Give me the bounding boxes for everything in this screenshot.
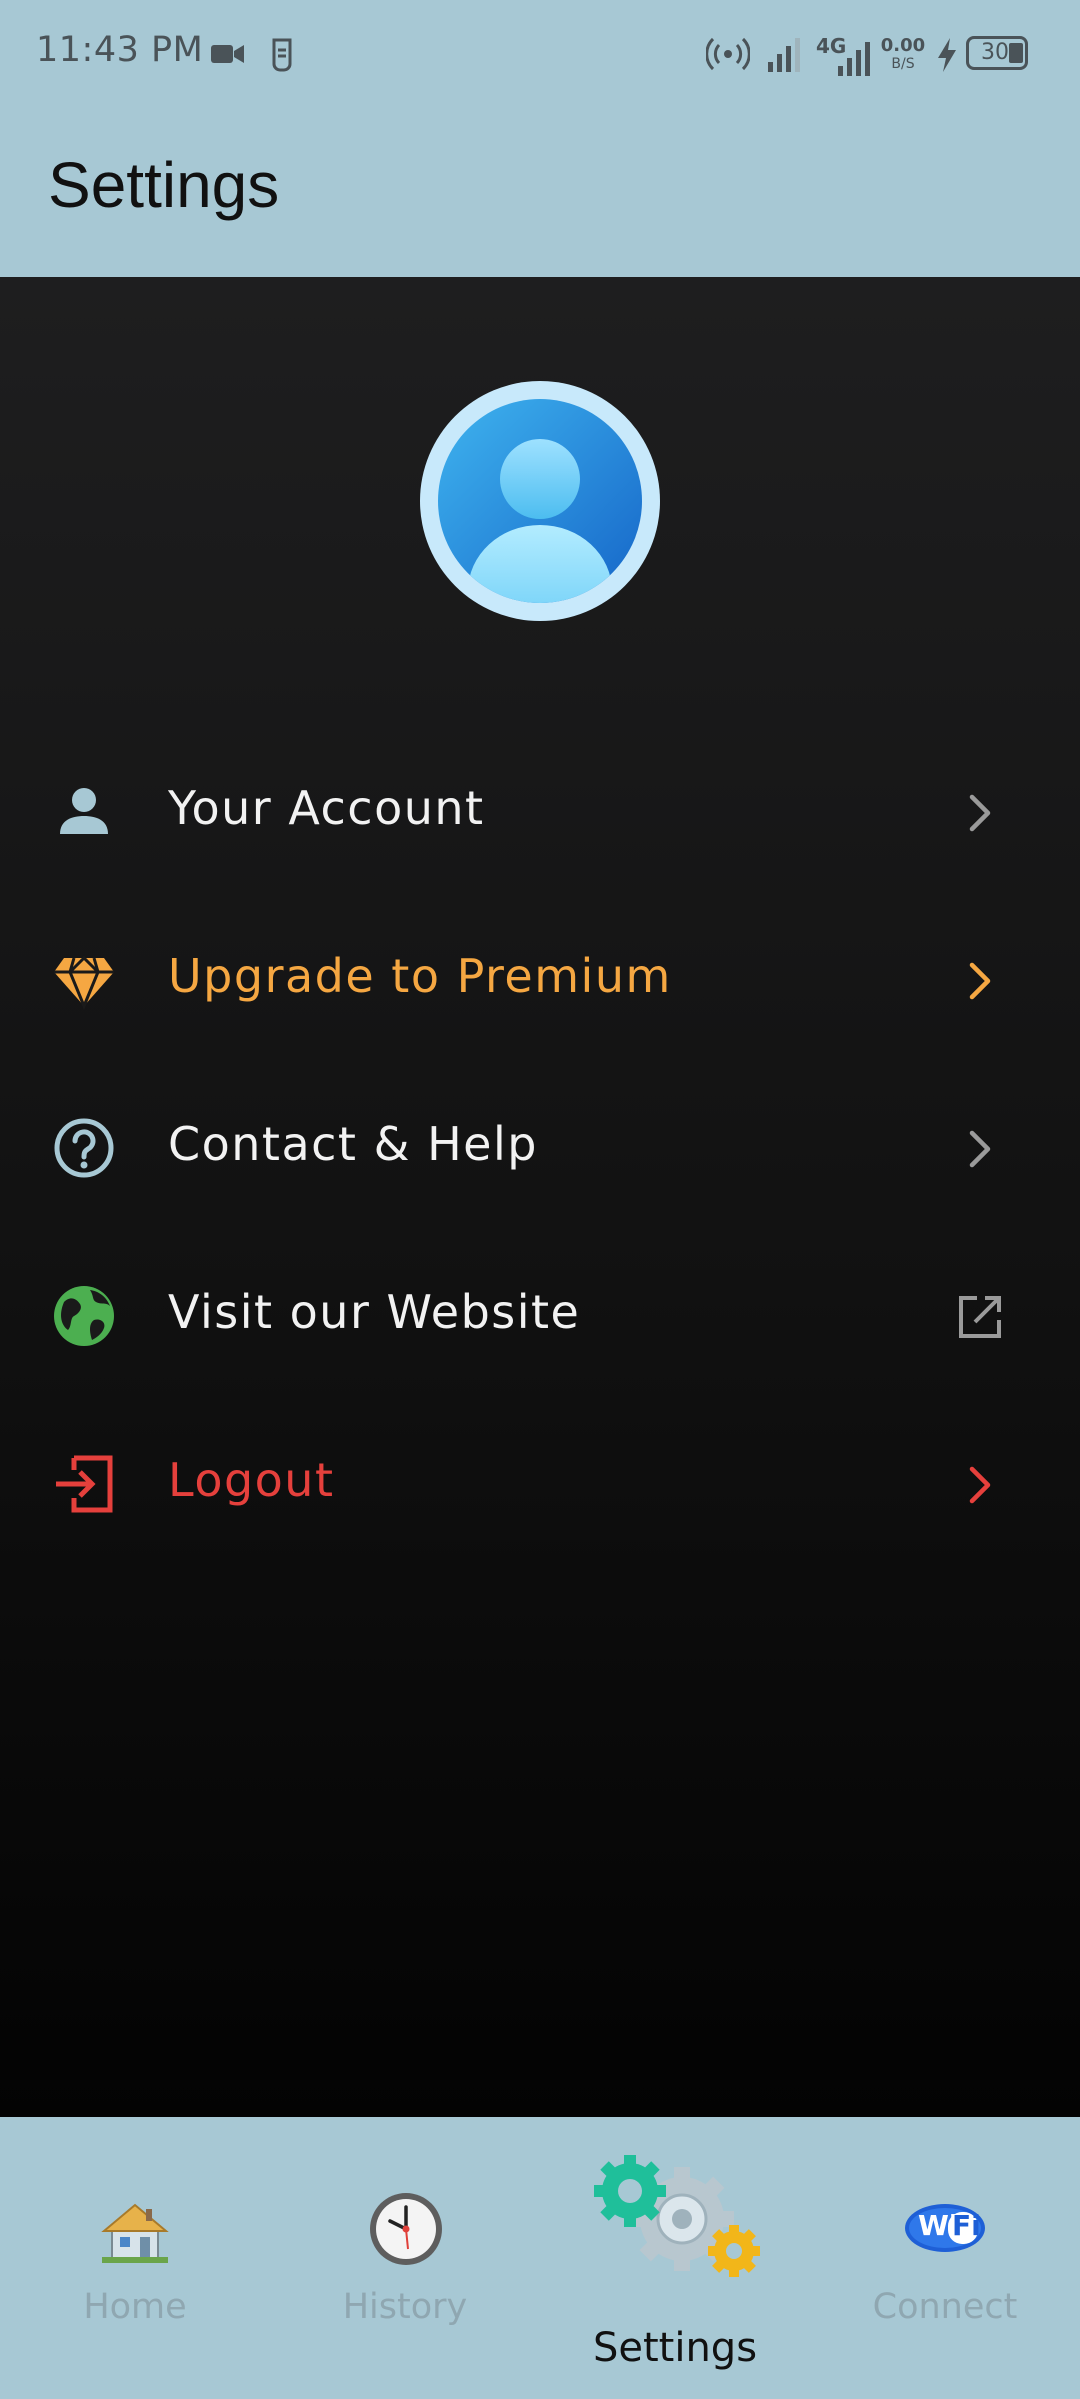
nav-label: Home: [83, 2287, 187, 2327]
menu-item-label: Logout: [168, 1453, 335, 1507]
user-avatar-icon: [420, 381, 660, 621]
status-time: 11:43 PM: [36, 30, 204, 70]
menu-item-upgrade-premium[interactable]: Upgrade to Premium: [0, 901, 1080, 1051]
menu-item-visit-website[interactable]: Visit our Website: [0, 1237, 1080, 1387]
video-camera-icon: [211, 45, 244, 63]
data-speed-value: 0.00: [880, 35, 926, 56]
gears-icon: [594, 2155, 760, 2277]
chevron-right-icon: [969, 1466, 991, 1504]
nav-item-history[interactable]: History: [270, 2117, 540, 2399]
nav-label: Connect: [872, 2287, 1018, 2327]
app-bar: Settings: [0, 108, 1080, 277]
sim-card-icon: [272, 38, 292, 72]
nav-item-settings[interactable]: Settings: [540, 2117, 810, 2399]
external-link-icon: [959, 1296, 1001, 1338]
network-type-indicator: 4G: [816, 34, 872, 76]
battery-icon: 30: [966, 36, 1028, 70]
avatar[interactable]: [420, 381, 660, 621]
clock-icon: [370, 2193, 442, 2265]
chevron-right-icon: [969, 794, 991, 832]
menu-item-contact-help[interactable]: Contact & Help: [0, 1069, 1080, 1219]
signal-strength-icon: [768, 38, 800, 72]
menu-item-label: Upgrade to Premium: [168, 949, 672, 1003]
battery-level: 30: [981, 40, 1009, 65]
charging-icon: [938, 38, 956, 72]
menu-item-label: Visit our Website: [168, 1285, 581, 1339]
signal-bars-icon: [838, 42, 870, 76]
menu-item-logout[interactable]: Logout: [0, 1405, 1080, 1555]
house-icon: [101, 2203, 169, 2263]
chevron-right-icon: [969, 962, 991, 1000]
menu-item-label: Contact & Help: [168, 1117, 538, 1171]
logout-icon: [56, 1455, 113, 1513]
chevron-right-icon: [969, 1130, 991, 1168]
hotspot-icon: [706, 37, 750, 71]
nav-item-connect[interactable]: Wi Fi Connect: [810, 2117, 1080, 2399]
diamond-icon: [54, 955, 114, 1010]
data-speed-unit: B/S: [891, 56, 915, 72]
settings-content: Your Account Upgrade to Premium Contact …: [0, 277, 1080, 2117]
person-icon: [60, 788, 108, 834]
globe-icon: [54, 1286, 114, 1346]
nav-label: History: [342, 2287, 468, 2327]
nav-item-home[interactable]: Home: [0, 2117, 270, 2399]
data-speed: 0.00 B/S: [880, 36, 926, 76]
status-bar: 11:43 PM 4G 0.00 B/S 30: [0, 0, 1080, 108]
wifi-logo-text-fi: Fi: [952, 2209, 981, 2242]
menu-item-your-account[interactable]: Your Account: [0, 733, 1080, 883]
page-title: Settings: [48, 149, 280, 221]
bottom-navigation: Home History Settings Wi Fi Connect: [0, 2117, 1080, 2399]
help-circle-icon: [54, 1118, 114, 1178]
nav-label: Settings: [592, 2325, 758, 2371]
menu-item-label: Your Account: [168, 781, 485, 835]
